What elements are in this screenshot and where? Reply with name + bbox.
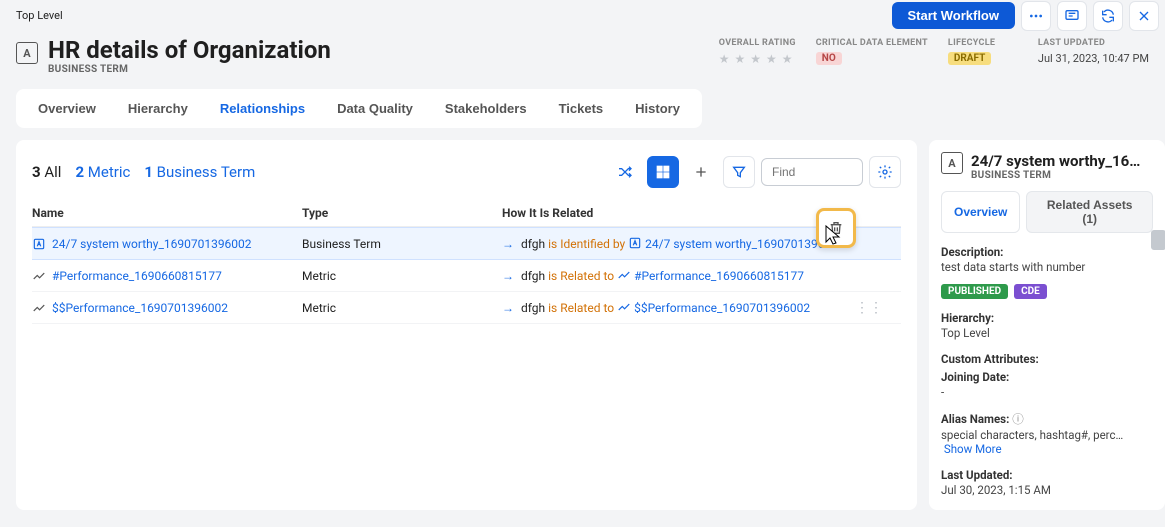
facet-businessterm[interactable]: 1 Business Term bbox=[144, 163, 255, 181]
facet-all[interactable]: 3 All bbox=[32, 163, 61, 181]
filter-button[interactable] bbox=[723, 156, 755, 188]
detail-title: 24/7 system worthy_16… bbox=[971, 152, 1140, 170]
row-type: Business Term bbox=[302, 237, 502, 251]
row-type: Metric bbox=[302, 301, 502, 315]
tab-tickets[interactable]: Tickets bbox=[543, 89, 620, 128]
table-row[interactable]: $$Performance_1690701396002 Metric → dfg… bbox=[32, 292, 901, 324]
drag-handle-icon[interactable]: ⋮⋮ bbox=[855, 300, 883, 316]
metric-icon bbox=[32, 269, 46, 283]
add-button[interactable] bbox=[685, 156, 717, 188]
column-related[interactable]: How It Is Related bbox=[502, 206, 901, 220]
custom-attr-label: Custom Attributes: bbox=[941, 352, 1039, 366]
page-subtype: BUSINESS TERM bbox=[48, 64, 331, 75]
tab-data-quality[interactable]: Data Quality bbox=[321, 89, 429, 128]
tab-hierarchy[interactable]: Hierarchy bbox=[112, 89, 204, 128]
description-value: test data starts with number bbox=[941, 260, 1153, 274]
alias-label: Alias Names: bbox=[941, 412, 1009, 426]
shuffle-button[interactable] bbox=[609, 156, 641, 188]
details-panel: A 24/7 system worthy_16… BUSINESS TERM O… bbox=[929, 140, 1165, 510]
row-target-link[interactable]: 24/7 system worthy_1690701396002 bbox=[645, 237, 845, 251]
more-menu-button[interactable] bbox=[1021, 1, 1051, 31]
refresh-button[interactable] bbox=[1093, 1, 1123, 31]
grid-view-button[interactable] bbox=[647, 156, 679, 188]
column-type[interactable]: Type bbox=[302, 206, 502, 220]
alias-value: special characters, hashtag#, perc… bbox=[941, 428, 1123, 442]
rating-stars[interactable]: ★ ★ ★ ★ ★ bbox=[719, 52, 796, 66]
table-row[interactable]: #Performance_1690660815177 Metric → dfgh… bbox=[32, 260, 901, 292]
businessterm-icon: A bbox=[941, 152, 963, 174]
relationships-panel: 3 All 2 Metric 1 Business Term Name Type… bbox=[16, 140, 917, 510]
published-badge: PUBLISHED bbox=[941, 284, 1008, 299]
last-updated-label: Last Updated: bbox=[941, 468, 1013, 482]
cde-badge: CDE bbox=[1014, 284, 1047, 299]
row-type: Metric bbox=[302, 269, 502, 283]
row-name-link[interactable]: $$Performance_1690701396002 bbox=[52, 301, 228, 315]
overall-rating-label: OVERALL RATING bbox=[719, 38, 796, 48]
column-name[interactable]: Name bbox=[32, 206, 302, 220]
find-input[interactable] bbox=[761, 158, 863, 186]
row-target-link[interactable]: #Performance_1690660815177 bbox=[634, 269, 804, 283]
businessterm-icon bbox=[32, 237, 46, 251]
tab-stakeholders[interactable]: Stakeholders bbox=[429, 89, 543, 128]
hierarchy-label: Hierarchy: bbox=[941, 311, 994, 325]
info-icon[interactable]: ⓘ bbox=[1012, 412, 1024, 426]
hierarchy-value: Top Level bbox=[941, 326, 1153, 340]
last-updated-value: Jul 30, 2023, 1:15 AM bbox=[941, 483, 1153, 497]
row-name-link[interactable]: 24/7 system worthy_1690701396002 bbox=[52, 237, 252, 251]
last-updated-value: Jul 31, 2023, 10:47 PM bbox=[1038, 52, 1149, 65]
metric-icon bbox=[617, 300, 631, 314]
metric-icon bbox=[32, 301, 46, 315]
arrow-icon: → bbox=[502, 237, 514, 251]
facet-metric[interactable]: 2 Metric bbox=[75, 163, 130, 181]
businessterm-icon: A bbox=[16, 42, 38, 64]
tab-relationships[interactable]: Relationships bbox=[204, 89, 321, 128]
cde-badge: NO bbox=[816, 52, 842, 65]
lifecycle-label: LIFECYCLE bbox=[948, 38, 1018, 48]
metric-icon bbox=[617, 268, 631, 282]
tab-overview[interactable]: Overview bbox=[22, 89, 112, 128]
settings-button[interactable] bbox=[869, 156, 901, 188]
description-label: Description: bbox=[941, 245, 1003, 259]
last-updated-label: LAST UPDATED bbox=[1038, 38, 1149, 48]
lifecycle-badge: DRAFT bbox=[948, 52, 991, 65]
page-title: HR details of Organization bbox=[48, 36, 331, 64]
row-name-link[interactable]: #Performance_1690660815177 bbox=[52, 269, 222, 283]
start-workflow-button[interactable]: Start Workflow bbox=[892, 2, 1016, 29]
businessterm-icon bbox=[628, 236, 642, 250]
scrollbar[interactable] bbox=[1151, 230, 1165, 250]
row-target-link[interactable]: $$Performance_1690701396002 bbox=[634, 301, 810, 315]
joining-date-label: Joining Date: bbox=[941, 370, 1153, 384]
arrow-icon: → bbox=[502, 269, 514, 283]
cde-label: CRITICAL DATA ELEMENT bbox=[816, 38, 928, 48]
table-row[interactable]: 24/7 system worthy_1690701396002 Busines… bbox=[32, 227, 901, 260]
detail-tab-related[interactable]: Related Assets (1) bbox=[1026, 191, 1153, 233]
comments-button[interactable] bbox=[1057, 1, 1087, 31]
detail-subtype: BUSINESS TERM bbox=[971, 170, 1140, 181]
arrow-icon: → bbox=[502, 301, 514, 315]
tab-history[interactable]: History bbox=[619, 89, 696, 128]
joining-date-value: - bbox=[941, 385, 1153, 399]
close-button[interactable] bbox=[1129, 1, 1159, 31]
breadcrumb[interactable]: Top Level bbox=[16, 9, 63, 22]
main-tabs: Overview Hierarchy Relationships Data Qu… bbox=[16, 89, 702, 128]
detail-tab-overview[interactable]: Overview bbox=[941, 191, 1020, 233]
show-more-link[interactable]: Show More bbox=[944, 442, 1002, 456]
